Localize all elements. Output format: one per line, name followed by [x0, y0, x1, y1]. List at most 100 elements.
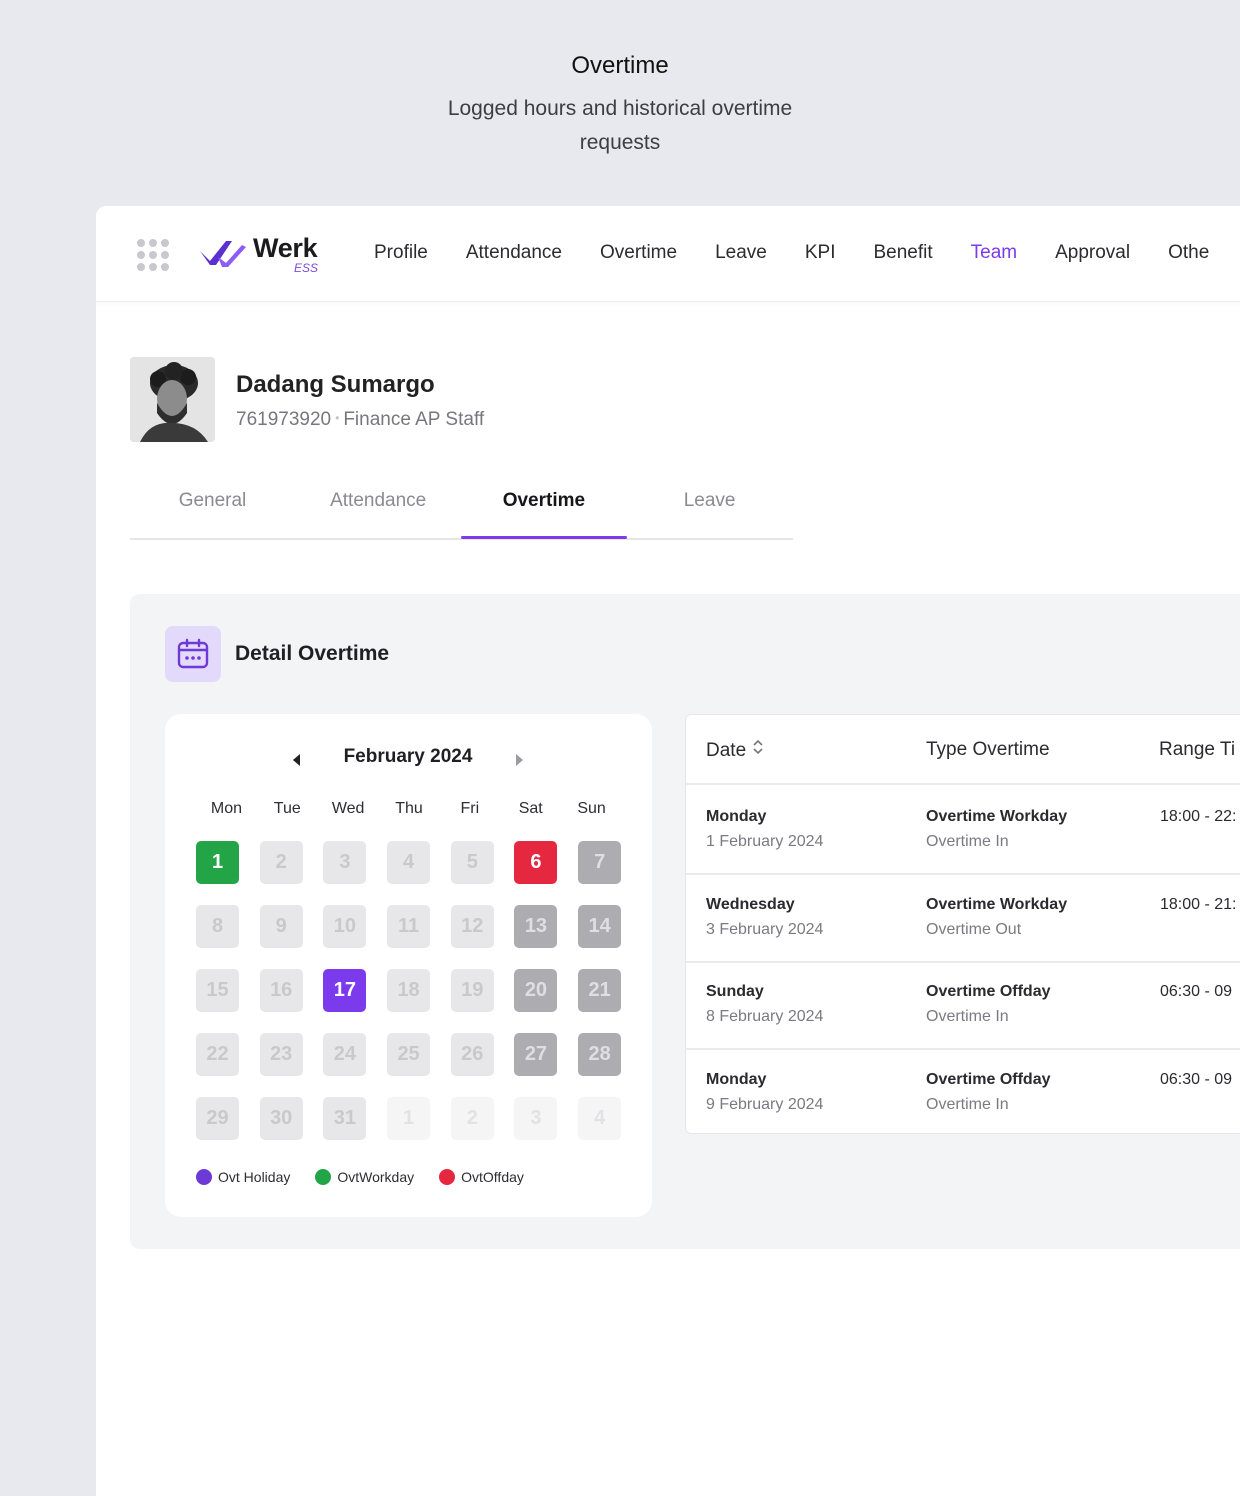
- row-type: Overtime Offday: [926, 1070, 1051, 1088]
- employee-id: 761973920: [236, 409, 332, 430]
- table-row[interactable]: Monday 1 February 2024 Overtime Workday Ove…: [686, 787, 1240, 875]
- next-month-button[interactable]: [509, 750, 529, 770]
- row-day: Monday: [706, 808, 767, 825]
- calendar-day-offday[interactable]: 6: [514, 841, 558, 884]
- calendar-day-other[interactable]: 4: [578, 1097, 622, 1140]
- calendar-day-dim[interactable]: 31: [323, 1097, 367, 1140]
- calendar-day-weekend[interactable]: 28: [578, 1033, 622, 1076]
- weekday-label: Wed: [331, 800, 365, 817]
- row-direction: Overtime Out: [926, 920, 1022, 938]
- nav-item-overtime[interactable]: Overtime: [600, 242, 677, 264]
- row-date: 3 February 2024: [706, 920, 824, 938]
- legend-label: OvtOffday: [461, 1169, 524, 1185]
- nav-item-attendance[interactable]: Attendance: [466, 242, 562, 264]
- calendar-day-dim[interactable]: 24: [323, 1033, 367, 1076]
- row-type: Overtime Workday: [926, 808, 1068, 825]
- calendar-day-dim[interactable]: 26: [450, 1033, 494, 1076]
- row-range: 18:00 - 21:: [1160, 895, 1237, 913]
- row-type: Overtime Offday: [926, 983, 1051, 1000]
- calendar-day-weekend[interactable]: 13: [514, 905, 558, 948]
- row-range: 06:30 - 09: [1160, 1070, 1233, 1088]
- tab-general[interactable]: General: [130, 490, 295, 512]
- row-date: 8 February 2024: [706, 1008, 824, 1025]
- calendar-day-weekend[interactable]: 21: [578, 969, 622, 1012]
- calendar-day-other[interactable]: 2: [450, 1097, 494, 1140]
- calendar-day-dim[interactable]: 23: [259, 1033, 303, 1076]
- top-navbar: Werk ESS Profile Attendance Overtime Leave K…: [96, 206, 1240, 302]
- date-column-header[interactable]: Date: [706, 739, 764, 762]
- tab-overtime[interactable]: Overtime: [461, 490, 626, 512]
- legend-item: OvtOffday: [439, 1169, 524, 1185]
- calendar-day-dim[interactable]: 10: [323, 905, 367, 948]
- calendar-day-holiday[interactable]: 17: [323, 969, 367, 1012]
- avatar-portrait-icon: [130, 357, 215, 442]
- prev-month-button[interactable]: [287, 750, 307, 770]
- calendar-day-weekend[interactable]: 20: [514, 969, 558, 1012]
- calendar-day-weekend[interactable]: 27: [514, 1033, 558, 1076]
- row-day: Monday: [706, 1070, 767, 1088]
- main-nav: Profile Attendance Overtime Leave KPI Benefit…: [374, 242, 1240, 264]
- calendar-day-dim[interactable]: 30: [259, 1097, 303, 1140]
- nav-item-team[interactable]: Team: [971, 242, 1017, 264]
- werk-logo[interactable]: Werk ESS: [198, 233, 328, 277]
- table-row[interactable]: Monday 9 February 2024 Overtime Offday Over…: [686, 1050, 1240, 1134]
- tab-attendance[interactable]: Attendance: [296, 490, 461, 512]
- row-day: Wednesday: [706, 895, 795, 913]
- legend-item: OvtWorkday: [315, 1169, 414, 1185]
- panel-title: Detail Overtime: [235, 642, 390, 665]
- page-title: Overtime: [571, 52, 669, 79]
- avatar: [130, 357, 215, 442]
- calendar-day-weekend[interactable]: 14: [578, 905, 622, 948]
- weekday-label: Thu: [395, 800, 423, 817]
- calendar-day-dim[interactable]: 4: [387, 841, 431, 884]
- calendar-day-dim[interactable]: 12: [450, 905, 494, 948]
- calendar-day-dim[interactable]: 16: [259, 969, 303, 1012]
- calendar-day-dim[interactable]: 19: [450, 969, 494, 1012]
- logo-wordmark: Werk: [253, 233, 318, 263]
- nav-item-approval[interactable]: Approval: [1055, 242, 1130, 264]
- calendar-day-dim[interactable]: 29: [196, 1097, 239, 1140]
- calendar-day-dim[interactable]: 22: [196, 1033, 239, 1076]
- calendar-days: 1 2 3 4 5 6 7 8 9 10 11 12 13 14 15 16 17 18 19 20 21 22 23 24 2…: [196, 841, 626, 1140]
- table-row[interactable]: Wednesday 3 February 2024 Overtime Workday…: [686, 875, 1240, 963]
- calendar-day-dim[interactable]: 25: [387, 1033, 431, 1076]
- calendar-day-dim[interactable]: 3: [323, 841, 367, 884]
- calendar-day-other[interactable]: 3: [514, 1097, 558, 1140]
- calendar-day-dim[interactable]: 2: [259, 841, 303, 884]
- nav-item-profile[interactable]: Profile: [374, 242, 428, 264]
- calendar-month-label: February 2024: [343, 746, 473, 767]
- calendar-day-dim[interactable]: 18: [387, 969, 431, 1012]
- caret-left-icon: [293, 754, 300, 766]
- row-day: Sunday: [706, 983, 764, 1000]
- calendar-day-workday[interactable]: 1: [196, 841, 239, 884]
- calendar-day-dim[interactable]: 15: [196, 969, 239, 1012]
- table-row[interactable]: Sunday 8 February 2024 Overtime Offday Over…: [686, 962, 1240, 1050]
- nav-item-kpi[interactable]: KPI: [805, 242, 836, 264]
- row-date: 1 February 2024: [706, 833, 824, 850]
- active-tab-indicator: [461, 536, 627, 539]
- legend-dot-icon: [315, 1169, 332, 1185]
- row-date: 9 February 2024: [706, 1095, 824, 1113]
- employee-position: Finance AP Staff: [343, 409, 485, 430]
- tab-leave[interactable]: Leave: [627, 490, 792, 512]
- sort-icon[interactable]: [752, 739, 764, 755]
- legend-dot-icon: [439, 1169, 456, 1185]
- calendar-day-dim[interactable]: 8: [196, 905, 239, 948]
- employee-name: Dadang Sumargo: [236, 371, 435, 398]
- calendar-day-dim[interactable]: 9: [259, 905, 303, 948]
- nav-item-leave[interactable]: Leave: [715, 242, 767, 264]
- legend-label: Ovt Holiday: [218, 1169, 291, 1185]
- calendar-day-other[interactable]: 1: [387, 1097, 431, 1140]
- table-header: Date Type Overtime Range Ti: [686, 715, 1240, 785]
- row-direction: Overtime In: [926, 1008, 1009, 1025]
- nav-item-othe[interactable]: Othe: [1168, 242, 1209, 264]
- weekday-label: Sun: [577, 800, 606, 817]
- calendar-day-dim[interactable]: 5: [450, 841, 494, 884]
- employee-meta: 761973920 • Finance AP Staff: [236, 409, 484, 431]
- app-grid-icon[interactable]: [137, 239, 169, 271]
- calendar-day-weekend[interactable]: 7: [578, 841, 622, 884]
- calendar-day-dim[interactable]: 11: [387, 905, 431, 948]
- weekday-label: Mon: [210, 800, 242, 817]
- nav-item-benefit[interactable]: Benefit: [873, 242, 932, 264]
- app-window: Werk ESS Profile Attendance Overtime Leave K…: [96, 206, 1240, 1496]
